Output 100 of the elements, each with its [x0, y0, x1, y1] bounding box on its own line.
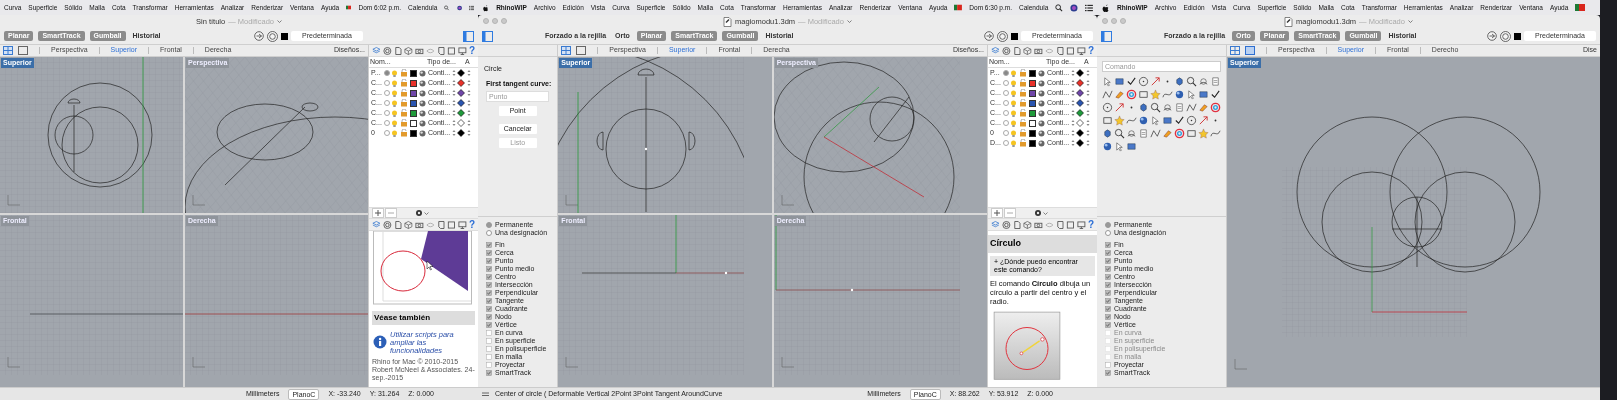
layers-icon[interactable] — [372, 45, 381, 56]
checkbox[interactable] — [1105, 242, 1111, 248]
radio-button[interactable] — [1105, 230, 1111, 236]
tool-icon[interactable] — [1150, 128, 1161, 139]
checkbox[interactable] — [486, 346, 492, 352]
checkbox[interactable] — [486, 242, 492, 248]
current-layer-radio[interactable] — [1002, 70, 1009, 76]
checkbox[interactable] — [1105, 274, 1111, 280]
radio-button[interactable] — [486, 222, 492, 228]
light-bulb-icon[interactable] — [391, 89, 398, 97]
help-button[interactable]: ? — [1087, 45, 1094, 56]
tool-icon[interactable] — [1138, 115, 1149, 126]
four-view-layout-icon[interactable] — [1230, 46, 1240, 55]
current-layer-radio[interactable] — [1002, 80, 1009, 86]
cube-icon[interactable] — [404, 45, 414, 56]
checkbox[interactable] — [486, 330, 492, 336]
checkbox[interactable] — [486, 354, 492, 360]
checkbox[interactable] — [486, 298, 492, 304]
document-icon[interactable] — [393, 219, 403, 230]
target-icon[interactable] — [997, 30, 1008, 42]
tool-icon[interactable] — [1174, 115, 1185, 126]
tool-icon[interactable] — [1174, 76, 1185, 87]
current-layer-radio[interactable] — [383, 130, 390, 136]
cube-icon[interactable] — [404, 219, 414, 230]
search-icon[interactable] — [1055, 2, 1064, 13]
current-layer-radio[interactable] — [383, 80, 390, 86]
tool-icon[interactable] — [1162, 115, 1173, 126]
checkbox[interactable] — [486, 370, 492, 376]
flag-icon[interactable] — [346, 3, 352, 12]
radio-button[interactable] — [1105, 222, 1111, 228]
monitor-icon[interactable] — [458, 45, 467, 56]
single-view-layout-icon[interactable] — [576, 46, 587, 55]
flag-icon[interactable] — [1575, 3, 1586, 12]
light-bulb-icon[interactable] — [391, 69, 398, 77]
checkbox[interactable] — [1105, 370, 1111, 376]
layer-color-swatch[interactable] — [1029, 109, 1036, 117]
tool-icon[interactable] — [1138, 76, 1149, 87]
sidebar-toggle-icon[interactable] — [1101, 30, 1112, 42]
list-icon[interactable] — [1085, 2, 1093, 13]
light-bulb-icon[interactable] — [1010, 139, 1017, 147]
layer-color-swatch[interactable] — [1029, 79, 1036, 87]
checkbox[interactable] — [486, 250, 492, 256]
light-bulb-icon[interactable] — [391, 119, 398, 127]
four-view-layout-icon[interactable] — [3, 46, 13, 55]
undo-icon[interactable] — [254, 31, 264, 41]
add-layer-button[interactable] — [372, 208, 384, 218]
checkbox[interactable] — [486, 266, 492, 272]
undo-icon[interactable] — [1487, 31, 1497, 41]
page-icon[interactable] — [1055, 45, 1065, 56]
caret-icon[interactable] — [846, 19, 852, 24]
layer-color-swatch[interactable] — [410, 89, 417, 97]
apple-icon[interactable] — [1101, 2, 1110, 13]
undo-icon[interactable] — [984, 31, 994, 41]
tool-icon[interactable] — [1186, 102, 1197, 113]
checkbox[interactable] — [1105, 322, 1111, 328]
materials-icon[interactable] — [1001, 45, 1011, 56]
page-icon[interactable] — [436, 45, 446, 56]
layer-color-swatch[interactable] — [410, 119, 417, 127]
tool-icon[interactable] — [1186, 76, 1197, 87]
tool-icon[interactable] — [1210, 89, 1221, 100]
current-layer-radio[interactable] — [383, 90, 390, 96]
current-layer-radio[interactable] — [383, 110, 390, 116]
current-layer-radio[interactable] — [383, 120, 390, 126]
checkbox[interactable] — [486, 338, 492, 344]
tool-icon[interactable] — [1138, 102, 1149, 113]
light-bulb-icon[interactable] — [391, 79, 398, 87]
options-menu-button[interactable] — [1034, 209, 1048, 217]
square-icon[interactable] — [1066, 45, 1076, 56]
square-icon[interactable] — [1066, 219, 1076, 230]
checkbox[interactable] — [1105, 250, 1111, 256]
flag-icon[interactable] — [954, 3, 963, 12]
help-button[interactable]: ? — [468, 45, 475, 56]
checkbox[interactable] — [486, 274, 492, 280]
checkbox[interactable] — [1105, 282, 1111, 288]
checkbox[interactable] — [486, 282, 492, 288]
checkbox[interactable] — [486, 306, 492, 312]
page-icon[interactable] — [1055, 219, 1065, 230]
layer-color-swatch[interactable] — [1029, 129, 1036, 137]
layer-color-swatch[interactable] — [1029, 119, 1036, 127]
layer-color-swatch[interactable] — [1029, 139, 1036, 147]
tool-icon[interactable] — [1114, 128, 1125, 139]
light-bulb-icon[interactable] — [391, 99, 398, 107]
checkbox[interactable] — [1105, 290, 1111, 296]
cube-icon[interactable] — [1023, 219, 1033, 230]
target-icon[interactable] — [267, 30, 278, 42]
current-layer-radio[interactable] — [1002, 100, 1009, 106]
layer-color-swatch[interactable] — [410, 129, 417, 137]
tool-icon[interactable] — [1114, 76, 1125, 87]
command-history-icon[interactable] — [482, 391, 489, 397]
tool-icon[interactable] — [1126, 76, 1137, 87]
tool-icon[interactable] — [1186, 115, 1197, 126]
light-bulb-icon[interactable] — [391, 129, 398, 137]
current-layer-radio[interactable] — [383, 100, 390, 106]
layer-color-swatch[interactable] — [1029, 69, 1036, 77]
checkbox[interactable] — [1105, 266, 1111, 272]
help-button[interactable]: ? — [468, 219, 475, 230]
light-bulb-icon[interactable] — [1010, 99, 1017, 107]
layer-color-swatch[interactable] — [410, 79, 417, 87]
layers-icon[interactable] — [991, 45, 1000, 56]
tool-icon[interactable] — [1150, 102, 1161, 113]
